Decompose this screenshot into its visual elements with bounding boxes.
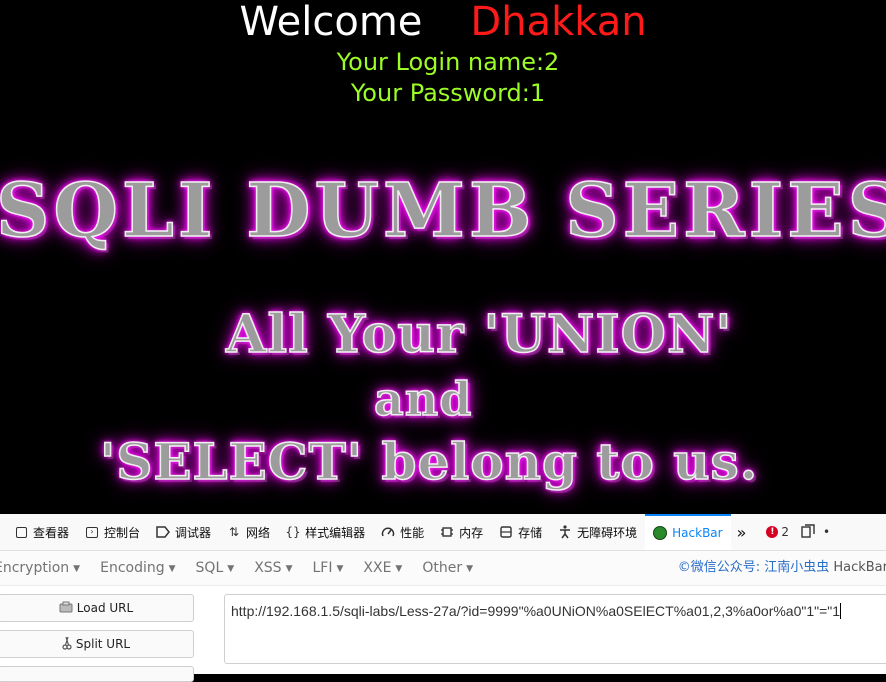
menu-label: LFI [312, 560, 333, 576]
tab-label: 无障碍环境 [577, 525, 638, 540]
tab-label: 样式编辑器 [305, 525, 366, 540]
banner-line-1: All Your 'UNION' [225, 303, 733, 366]
execute-button[interactable] [0, 666, 194, 682]
menu-lfi[interactable]: LFI ▼ [312, 560, 343, 576]
page-content: Welcome Dhakkan Your Login name:2 Your Pa… [0, 0, 886, 514]
url-textarea[interactable]: http://192.168.1.5/sqli-labs/Less-27a/?i… [224, 594, 886, 664]
caret-down-icon: ▼ [227, 564, 235, 574]
style-editor-icon: {} [285, 525, 301, 539]
menu-label: Encryption [0, 560, 70, 576]
load-icon [59, 601, 73, 616]
menu-encoding[interactable]: Encoding ▼ [100, 560, 175, 576]
inspector-icon [14, 525, 28, 539]
network-icon: ⇅ [229, 525, 240, 539]
split-url-button[interactable]: Split URL [0, 630, 194, 658]
welcome-heading: Welcome Dhakkan [0, 0, 886, 46]
accessibility-icon [558, 525, 572, 539]
tab-label: 查看器 [33, 525, 70, 540]
tab-storage[interactable]: 存储 [491, 514, 550, 550]
console-icon: › [85, 525, 99, 539]
caret-down-icon: ▼ [73, 564, 81, 574]
text-cursor [840, 603, 842, 619]
hackbar-icon [653, 526, 668, 540]
devtools-panel: 查看器 › 控制台 调试器 ⇅ 网络 {} 样式编辑器 性能 内存 存储 无障碍… [0, 514, 886, 682]
tab-label: HackBar [672, 526, 723, 540]
menu-encryption[interactable]: Encryption ▼ [0, 560, 80, 576]
caret-down-icon: ▼ [466, 564, 474, 574]
storage-icon [499, 525, 513, 539]
menu-label: XXE [363, 560, 392, 576]
error-count-button[interactable]: ! 2 [766, 525, 789, 539]
caret-down-icon: ▼ [285, 564, 293, 574]
tab-inspector[interactable]: 查看器 [0, 514, 77, 550]
banner-line-3: 'SELECT' belong to us. [99, 431, 759, 492]
load-url-button[interactable]: Load URL [0, 594, 194, 622]
scissors-icon [62, 636, 72, 653]
tab-memory[interactable]: 内存 [432, 514, 491, 550]
tab-performance[interactable]: 性能 [373, 514, 432, 550]
hackbar-credit[interactable]: ©微信公众号: 江南小虫虫 HackBar [678, 551, 886, 585]
credit-text: ©微信公众号: 江南小虫虫 [677, 560, 830, 575]
error-count: 2 [781, 525, 790, 539]
tab-accessibility[interactable]: 无障碍环境 [550, 514, 645, 550]
caret-down-icon: ▼ [336, 564, 344, 574]
debugger-icon [156, 525, 170, 539]
tab-label: 性能 [400, 525, 425, 540]
banner-title: SQLI DUMB SERIES [0, 167, 886, 255]
login-name-text: Your Login name:2 [336, 48, 560, 76]
tab-label: 存储 [518, 525, 543, 540]
password-text: Your Password:1 [350, 79, 546, 107]
memory-icon [440, 525, 454, 539]
devtools-tab-bar: 查看器 › 控制台 调试器 ⇅ 网络 {} 样式编辑器 性能 内存 存储 无障碍… [0, 514, 886, 551]
url-value: http://192.168.1.5/sqli-labs/Less-27a/?i… [231, 603, 841, 619]
chevron-double-right-icon: » [736, 522, 747, 542]
tab-hackbar[interactable]: HackBar [645, 514, 731, 550]
hackbar-menu-bar: Encryption ▼ Encoding ▼ SQL ▼ XSS ▼ LFI ▼ XXE… [0, 551, 886, 586]
menu-xss[interactable]: XSS ▼ [254, 560, 292, 576]
split-url-label: Split URL [75, 637, 131, 651]
menu-other[interactable]: Other ▼ [422, 560, 473, 576]
welcome-text: Welcome [239, 0, 423, 45]
tab-label: 网络 [246, 525, 271, 540]
banner-line-2: and [373, 371, 473, 427]
menu-label: Encoding [100, 560, 165, 576]
tab-style-editor[interactable]: {} 样式编辑器 [278, 514, 373, 550]
error-icon: ! [766, 526, 779, 538]
tabs-overflow-button[interactable]: » [731, 514, 753, 550]
menu-xxe[interactable]: XXE ▼ [363, 560, 402, 576]
performance-icon [381, 525, 395, 539]
tab-label: 调试器 [175, 525, 212, 540]
tab-debugger[interactable]: 调试器 [148, 514, 219, 550]
menu-label: Other [422, 560, 463, 576]
menu-sql[interactable]: SQL ▼ [196, 560, 235, 576]
menu-label: XSS [254, 560, 282, 576]
tab-label: 内存 [459, 525, 484, 540]
caret-down-icon: ▼ [395, 564, 403, 574]
tab-console[interactable]: › 控制台 [77, 514, 148, 550]
dock-side-icon[interactable] [801, 523, 815, 541]
username-text: Dhakkan [470, 0, 647, 45]
caret-down-icon: ▼ [168, 564, 176, 574]
load-url-label: Load URL [76, 601, 134, 615]
menu-label: SQL [195, 560, 224, 576]
tab-label: 控制台 [104, 525, 141, 540]
devtools-right-controls: ! 2 • [766, 523, 830, 541]
credit-name: HackBar [833, 560, 886, 575]
more-options-icon[interactable]: • [823, 525, 830, 539]
tab-network[interactable]: ⇅ 网络 [219, 514, 278, 550]
